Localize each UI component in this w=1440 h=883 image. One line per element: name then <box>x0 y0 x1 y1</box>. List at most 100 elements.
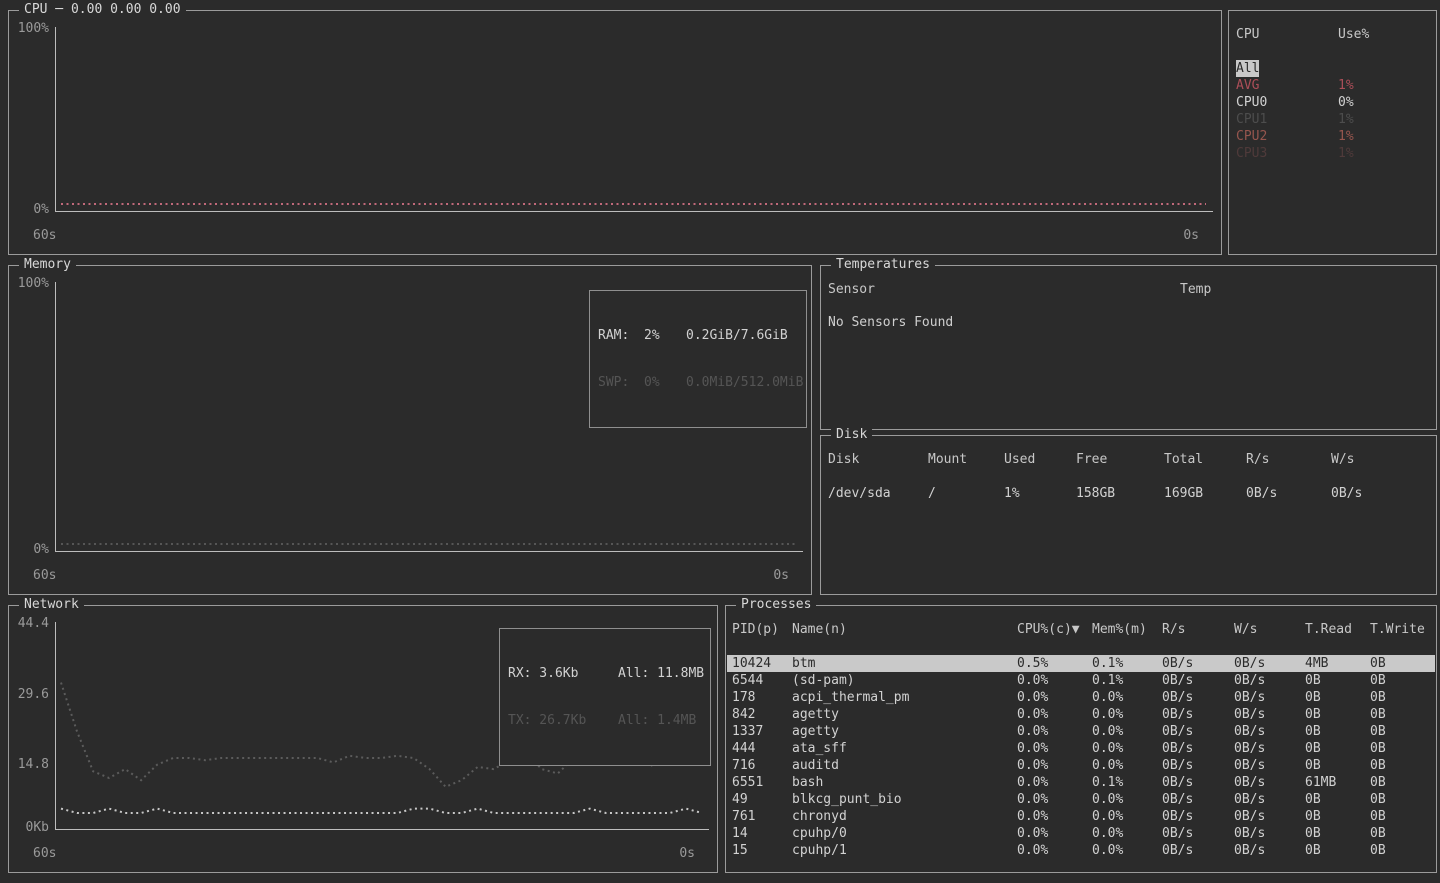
process-row[interactable]: 15 cpuhp/1 0.0% 0.0% 0B/s 0B/s 0B 0B <box>727 842 1435 859</box>
cpu-chart-panel[interactable]: CPU ─ 0.00 0.00 0.00 100% 0% 60s 0s <box>8 10 1222 255</box>
process-cell-name: (sd-pam) <box>792 672 1017 689</box>
disk-header-mount: Mount <box>928 451 1004 468</box>
disk-cell-used: 1% <box>1004 485 1076 502</box>
process-cell-ws: 0B/s <box>1234 706 1305 723</box>
process-row[interactable]: 444 ata_sff 0.0% 0.0% 0B/s 0B/s 0B 0B <box>727 740 1435 757</box>
process-cell-cpu: 0.0% <box>1017 791 1092 808</box>
process-cell-twrite: 0B <box>1370 706 1435 723</box>
cpu-legend-row-name: CPU0 <box>1236 94 1267 111</box>
network-legend-tx-row: TX: 26.7Kb All: 1.4MB <box>508 712 702 729</box>
processes-header-rs[interactable]: R/s <box>1162 621 1234 638</box>
process-cell-name: cpuhp/0 <box>792 825 1017 842</box>
process-row[interactable]: 1337 agetty 0.0% 0.0% 0B/s 0B/s 0B 0B <box>727 723 1435 740</box>
process-row[interactable]: 761 chronyd 0.0% 0.0% 0B/s 0B/s 0B 0B <box>727 808 1435 825</box>
process-cell-twrite: 0B <box>1370 655 1435 672</box>
cpu-legend-row[interactable]: CPU2 1% <box>1230 128 1435 145</box>
cpu-xtick-0s: 0s <box>1183 228 1199 244</box>
process-row[interactable]: 6551 bash 0.0% 0.1% 0B/s 0B/s 61MB 0B <box>727 774 1435 791</box>
process-cell-rs: 0B/s <box>1162 808 1234 825</box>
network-legend-rx-row: RX: 3.6Kb All: 11.8MB <box>508 665 702 682</box>
process-cell-twrite: 0B <box>1370 740 1435 757</box>
disk-header-ws: W/s <box>1331 451 1435 468</box>
process-cell-pid: 6551 <box>732 774 792 791</box>
cpu-legend-header-use: Use% <box>1338 26 1435 43</box>
network-ytick-44: 44.4 <box>11 616 49 632</box>
disk-cell-mount: / <box>928 485 1004 502</box>
process-cell-twrite: 0B <box>1370 825 1435 842</box>
processes-header-twrite[interactable]: T.Write <box>1370 621 1435 638</box>
process-row[interactable]: 14 cpuhp/0 0.0% 0.0% 0B/s 0B/s 0B 0B <box>727 825 1435 842</box>
network-legend-overlay: RX: 3.6Kb All: 11.8MB TX: 26.7Kb All: 1.… <box>499 628 711 766</box>
disk-panel-title: Disk <box>831 427 872 443</box>
processes-header-ws[interactable]: W/s <box>1234 621 1305 638</box>
process-cell-mem: 0.1% <box>1092 672 1162 689</box>
cpu-legend-row[interactable]: All <box>1230 60 1435 77</box>
disk-panel[interactable]: Disk Disk Mount Used Free Total R/s W/s … <box>820 435 1437 595</box>
network-panel-title: Network <box>19 597 84 613</box>
memory-legend-overlay: RAM: 2% 0.2GiB/7.6GiB SWP: 0% 0.0MiB/512… <box>589 290 807 428</box>
process-cell-pid: 49 <box>732 791 792 808</box>
ram-label: RAM: <box>598 327 644 344</box>
process-cell-mem: 0.1% <box>1092 774 1162 791</box>
cpu-legend-row[interactable]: CPU1 1% <box>1230 111 1435 128</box>
process-cell-ws: 0B/s <box>1234 774 1305 791</box>
process-cell-mem: 0.0% <box>1092 723 1162 740</box>
processes-header-name[interactable]: Name(n) <box>792 621 1017 638</box>
process-cell-ws: 0B/s <box>1234 791 1305 808</box>
disk-row[interactable]: /dev/sda / 1% 158GB 169GB 0B/s 0B/s <box>822 485 1435 502</box>
cpu-legend-row[interactable]: CPU0 0% <box>1230 94 1435 111</box>
process-row[interactable]: 49 blkcg_punt_bio 0.0% 0.0% 0B/s 0B/s 0B… <box>727 791 1435 808</box>
swap-percent: 0% <box>644 374 686 391</box>
process-cell-mem: 0.0% <box>1092 791 1162 808</box>
cpu-legend-row-name: CPU1 <box>1236 111 1267 128</box>
process-cell-rs: 0B/s <box>1162 706 1234 723</box>
process-cell-rs: 0B/s <box>1162 723 1234 740</box>
process-cell-tread: 61MB <box>1305 774 1370 791</box>
process-row[interactable]: 178 acpi_thermal_pm 0.0% 0.0% 0B/s 0B/s … <box>727 689 1435 706</box>
process-cell-pid: 716 <box>732 757 792 774</box>
disk-cell-disk: /dev/sda <box>828 485 928 502</box>
disk-header-total: Total <box>1164 451 1246 468</box>
cpu-legend-row-use: 1% <box>1338 77 1435 94</box>
process-cell-tread: 0B <box>1305 723 1370 740</box>
processes-header-mem[interactable]: Mem%(m) <box>1092 621 1162 638</box>
process-cell-name: btm <box>792 655 1017 672</box>
process-cell-twrite: 0B <box>1370 808 1435 825</box>
process-cell-ws: 0B/s <box>1234 655 1305 672</box>
process-row[interactable]: 6544 (sd-pam) 0.0% 0.1% 0B/s 0B/s 0B 0B <box>727 672 1435 689</box>
process-cell-rs: 0B/s <box>1162 672 1234 689</box>
cpu-legend-panel[interactable]: CPU Use% All AVG 1% CPU0 0% CPU1 1% <box>1228 10 1437 255</box>
process-cell-twrite: 0B <box>1370 757 1435 774</box>
ram-detail: 0.2GiB/7.6GiB <box>686 327 798 344</box>
process-cell-tread: 0B <box>1305 842 1370 859</box>
processes-panel[interactable]: Processes PID(p) Name(n) CPU%(c)▼ Mem%(m… <box>725 605 1437 873</box>
memory-chart-panel[interactable]: Memory 100% 0% 60s 0s RAM: 2% 0.2GiB/7.6… <box>8 265 812 595</box>
process-cell-name: acpi_thermal_pm <box>792 689 1017 706</box>
memory-ytick-0: 0% <box>11 542 49 558</box>
cpu-legend-row-name: CPU2 <box>1236 128 1267 145</box>
network-ytick-0: 0Kb <box>11 820 49 836</box>
cpu-legend-row[interactable]: AVG 1% <box>1230 77 1435 94</box>
process-cell-twrite: 0B <box>1370 842 1435 859</box>
swap-label: SWP: <box>598 374 644 391</box>
cpu-legend-row[interactable]: CPU3 1% <box>1230 145 1435 162</box>
process-cell-pid: 444 <box>732 740 792 757</box>
network-chart-panel[interactable]: Network 44.4 29.6 14.8 0Kb 60s 0s RX: 3.… <box>8 605 718 873</box>
disk-header-disk: Disk <box>828 451 928 468</box>
network-xtick-60s: 60s <box>33 846 56 862</box>
cpu-plot-area <box>55 27 1213 212</box>
process-cell-name: bash <box>792 774 1017 791</box>
processes-header-cpu-sort[interactable]: CPU%(c)▼ <box>1017 621 1092 638</box>
process-cell-rs: 0B/s <box>1162 757 1234 774</box>
temperatures-panel[interactable]: Temperatures Sensor Temp No Sensors Foun… <box>820 265 1437 430</box>
process-cell-ws: 0B/s <box>1234 740 1305 757</box>
process-cell-twrite: 0B <box>1370 774 1435 791</box>
process-row[interactable]: 716 auditd 0.0% 0.0% 0B/s 0B/s 0B 0B <box>727 757 1435 774</box>
processes-header-pid[interactable]: PID(p) <box>732 621 792 638</box>
process-cell-rs: 0B/s <box>1162 740 1234 757</box>
process-row[interactable]: 842 agetty 0.0% 0.0% 0B/s 0B/s 0B 0B <box>727 706 1435 723</box>
cpu-legend-row-use <box>1338 60 1435 77</box>
processes-header-tread[interactable]: T.Read <box>1305 621 1370 638</box>
btm-system-monitor: { "cpu_panel": { "title": "CPU ─ 0.00 0.… <box>0 0 1440 883</box>
process-row[interactable]: 10424 btm 0.5% 0.1% 0B/s 0B/s 4MB 0B <box>727 655 1435 672</box>
